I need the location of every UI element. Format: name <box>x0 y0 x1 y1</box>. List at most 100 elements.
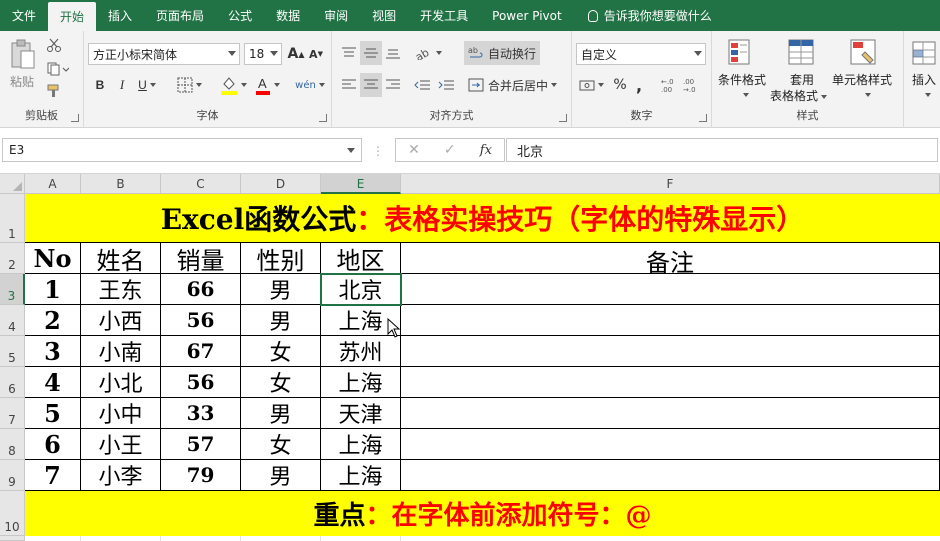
increase-indent-icon[interactable] <box>436 75 456 95</box>
tab-review[interactable]: 审阅 <box>312 0 360 31</box>
sales-cell[interactable]: 56 <box>161 367 241 398</box>
name-cell[interactable]: 小南 <box>81 336 161 367</box>
row-header-3[interactable]: 3 <box>0 274 25 305</box>
align-bottom-icon[interactable] <box>384 43 402 63</box>
align-left-icon[interactable] <box>340 75 358 95</box>
note-cell[interactable] <box>401 274 940 305</box>
number-format-combo[interactable]: 自定义 <box>576 43 706 65</box>
merge-center-button[interactable]: 合并后居中 <box>464 73 564 97</box>
row-header-5[interactable]: 5 <box>0 336 25 367</box>
conditional-format-button[interactable]: 条件格式 <box>718 71 766 88</box>
insert-cells-button[interactable]: 插入 <box>912 71 936 88</box>
format-painter-icon[interactable] <box>46 83 62 99</box>
region-cell[interactable]: 上海 <box>321 367 401 398</box>
insert-cells-icon[interactable] <box>910 37 938 69</box>
row-header-4[interactable]: 4 <box>0 305 25 336</box>
column-header-b[interactable]: B <box>81 174 161 194</box>
gender-cell[interactable]: 男 <box>241 305 321 336</box>
conditional-format-dropdown-icon[interactable] <box>740 87 749 101</box>
no-cell[interactable]: 1 <box>25 274 81 305</box>
tab-page-layout[interactable]: 页面布局 <box>144 0 216 31</box>
bold-button[interactable]: B <box>92 75 108 95</box>
region-cell[interactable]: 上海 <box>321 460 401 491</box>
column-header-c[interactable]: C <box>161 174 241 194</box>
name-box[interactable]: E3 <box>2 138 362 162</box>
region-cell[interactable]: 苏州 <box>321 336 401 367</box>
note-cell[interactable] <box>401 367 940 398</box>
tab-home[interactable]: 开始 <box>48 2 97 31</box>
no-cell[interactable]: 6 <box>25 429 81 460</box>
title-banner[interactable]: Excel函数公式 ：表格实操技巧（字体的特殊显示） <box>25 194 940 243</box>
header-cell-sales[interactable]: 销量 <box>161 243 241 274</box>
gender-cell[interactable]: 女 <box>241 336 321 367</box>
note-cell[interactable] <box>401 460 940 491</box>
cut-icon[interactable] <box>46 37 62 53</box>
name-cell[interactable]: 小王 <box>81 429 161 460</box>
font-name-combo[interactable]: 方正小标宋简体 <box>88 43 240 65</box>
borders-button[interactable] <box>174 75 204 95</box>
sales-cell[interactable]: 33 <box>161 398 241 429</box>
conditional-format-icon[interactable] <box>726 37 758 69</box>
cell-styles-button[interactable]: 单元格样式 <box>832 71 892 88</box>
alignment-launcher-icon[interactable] <box>559 114 567 122</box>
grow-font-button[interactable]: A ▲ <box>288 45 305 63</box>
formula-input[interactable]: 北京 <box>506 138 938 162</box>
column-header-e[interactable]: E <box>321 174 401 194</box>
format-as-table-icon[interactable] <box>786 37 818 69</box>
note-cell[interactable] <box>401 398 940 429</box>
select-all-corner[interactable] <box>0 174 25 194</box>
font-launcher-icon[interactable] <box>319 114 327 122</box>
name-cell[interactable]: 小中 <box>81 398 161 429</box>
tab-insert[interactable]: 插入 <box>96 0 144 31</box>
percent-button[interactable]: % <box>612 75 628 95</box>
gender-cell[interactable]: 男 <box>241 274 321 305</box>
name-cell[interactable]: 王东 <box>81 274 161 305</box>
region-cell[interactable]: 天津 <box>321 398 401 429</box>
row-header-11[interactable] <box>0 536 25 541</box>
footer-banner[interactable]: 重点 ：在字体前添加符号：@ <box>25 491 940 536</box>
column-header-f[interactable]: F <box>401 174 940 194</box>
align-top-icon[interactable] <box>340 43 358 63</box>
font-color-button[interactable]: A <box>252 73 282 97</box>
no-cell[interactable]: 2 <box>25 305 81 336</box>
note-cell[interactable] <box>401 429 940 460</box>
gender-cell[interactable]: 女 <box>241 367 321 398</box>
tab-file[interactable]: 文件 <box>0 0 48 31</box>
format-as-table-button[interactable]: 表格格式 <box>770 87 828 104</box>
row-header-8[interactable]: 8 <box>0 429 25 460</box>
sales-cell[interactable]: 57 <box>161 429 241 460</box>
phonetic-button[interactable]: wén <box>294 73 326 97</box>
tab-developer[interactable]: 开发工具 <box>408 0 480 31</box>
shrink-font-button[interactable]: A ▼ <box>308 45 324 63</box>
name-cell[interactable]: 小北 <box>81 367 161 398</box>
header-cell-gender[interactable]: 性别 <box>241 243 321 274</box>
fill-color-button[interactable] <box>218 73 248 97</box>
cancel-entry-icon[interactable]: ✕ <box>408 142 420 158</box>
clipboard-launcher-icon[interactable] <box>71 114 79 122</box>
number-launcher-icon[interactable] <box>699 114 707 122</box>
decrease-decimal-icon[interactable]: .00 →.0 <box>682 75 702 95</box>
region-cell[interactable]: 上海 <box>321 429 401 460</box>
row-header-10[interactable]: 10 <box>0 491 25 536</box>
cell-styles-icon[interactable] <box>848 37 880 69</box>
formula-bar-splitter-icon[interactable]: ⋮ <box>372 144 384 158</box>
header-cell-note[interactable]: 备注 <box>401 243 940 274</box>
row-header-7[interactable]: 7 <box>0 398 25 429</box>
gender-cell[interactable]: 男 <box>241 460 321 491</box>
align-center-icon[interactable] <box>360 73 382 97</box>
enter-entry-icon[interactable]: ✓ <box>444 142 456 158</box>
tab-formulas[interactable]: 公式 <box>216 0 264 31</box>
header-cell-name[interactable]: 姓名 <box>81 243 161 274</box>
column-header-a[interactable]: A <box>25 174 81 194</box>
insert-function-icon[interactable]: fx <box>480 143 492 158</box>
tell-me-search[interactable]: 告诉我你想要做什么 <box>574 0 712 31</box>
paste-button[interactable] <box>8 37 38 73</box>
wrap-text-button[interactable]: ab 自动换行 <box>464 41 540 65</box>
tab-power-pivot[interactable]: Power Pivot <box>480 0 574 31</box>
region-cell[interactable]: 北京 <box>321 274 401 305</box>
sales-cell[interactable]: 67 <box>161 336 241 367</box>
align-right-icon[interactable] <box>384 75 402 95</box>
no-cell[interactable]: 5 <box>25 398 81 429</box>
row-header-9[interactable]: 9 <box>0 460 25 491</box>
header-cell-no[interactable]: No <box>25 243 81 274</box>
